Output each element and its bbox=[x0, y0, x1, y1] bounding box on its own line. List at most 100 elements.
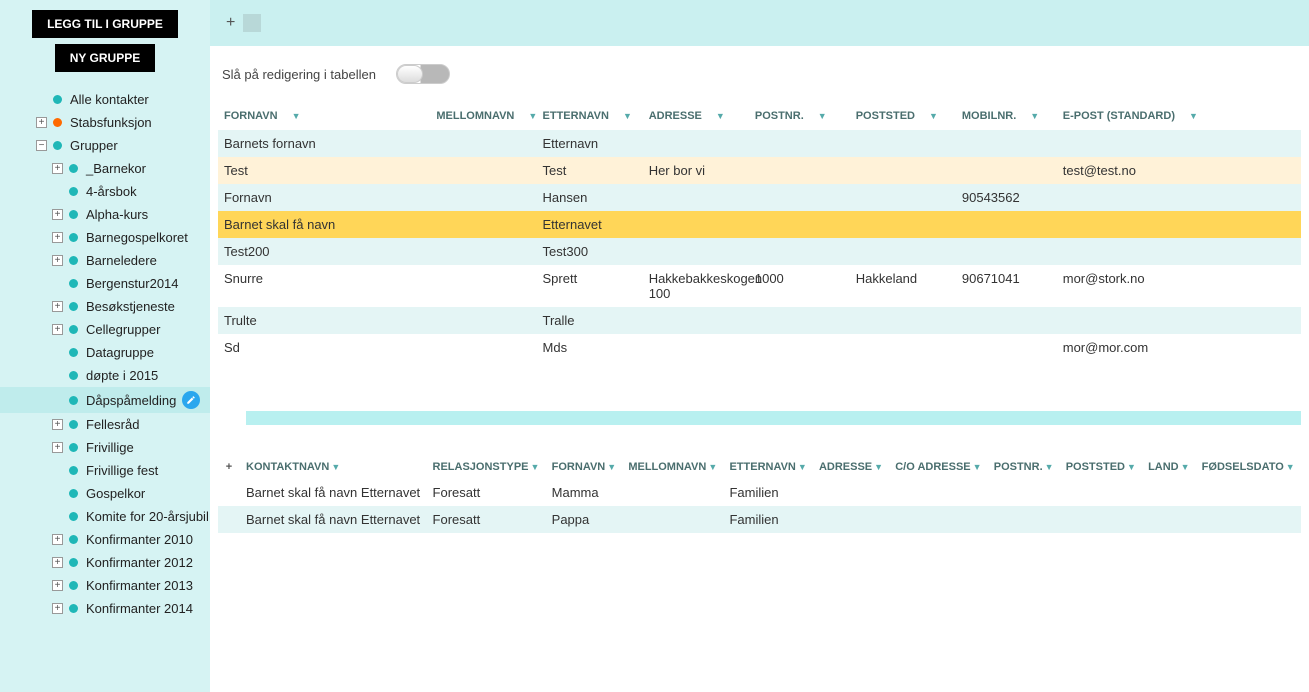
tree-group-item[interactable]: +Frivillige bbox=[0, 436, 210, 459]
column-header[interactable]: ETTERNAVN▼ bbox=[723, 455, 813, 479]
column-header[interactable]: C/O ADRESSE▼ bbox=[889, 455, 988, 479]
table-cell: mor@stork.no bbox=[1057, 265, 1301, 307]
edit-icon[interactable] bbox=[182, 391, 200, 409]
table-row[interactable]: Barnet skal få navnEtternavet bbox=[218, 211, 1301, 238]
status-dot bbox=[69, 443, 78, 452]
column-header[interactable]: MELLOMNAVN▼ bbox=[622, 455, 723, 479]
tree-group-item[interactable]: +Konfirmanter 2010 bbox=[0, 528, 210, 551]
column-header[interactable]: FORNAVN▼ bbox=[546, 455, 623, 479]
table-cell bbox=[850, 130, 956, 157]
table-row[interactable]: Test200Test300 bbox=[218, 238, 1301, 265]
table-cell bbox=[956, 238, 1057, 265]
sort-arrow-icon: ▼ bbox=[1286, 462, 1295, 472]
column-header[interactable]: ETTERNAVN▼ bbox=[537, 102, 643, 130]
tree-group-item[interactable]: døpte i 2015 bbox=[0, 364, 210, 387]
table-row[interactable]: FornavnHansen90543562 bbox=[218, 184, 1301, 211]
action-placeholder bbox=[243, 14, 261, 32]
table-row[interactable]: SnurreSprettHakkebakkeskogen 1001000Hakk… bbox=[218, 265, 1301, 307]
table-row[interactable]: Barnet skal få navn EtternavetForesattPa… bbox=[218, 506, 1301, 533]
tree-group-item[interactable]: 4-årsbok bbox=[0, 180, 210, 203]
table-row[interactable]: Barnets fornavnEtternavn bbox=[218, 130, 1301, 157]
toggle-icon[interactable]: + bbox=[52, 603, 63, 614]
column-header[interactable]: RELASJONSTYPE▼ bbox=[427, 455, 546, 479]
table-cell: Test200 bbox=[218, 238, 430, 265]
table-cell bbox=[643, 238, 749, 265]
column-header[interactable]: POSTNR.▼ bbox=[988, 455, 1060, 479]
table-row[interactable]: SdMdsmor@mor.com bbox=[218, 334, 1301, 361]
column-header[interactable]: POSTSTED▼ bbox=[850, 102, 956, 130]
tree-group-item[interactable]: Datagruppe bbox=[0, 341, 210, 364]
edit-switch[interactable] bbox=[396, 64, 450, 84]
tree-root-item[interactable]: Alle kontakter bbox=[0, 88, 210, 111]
table-cell: Sprett bbox=[537, 265, 643, 307]
tree-group-item[interactable]: +_Barnekor bbox=[0, 157, 210, 180]
toggle-icon[interactable]: + bbox=[52, 232, 63, 243]
toggle-icon[interactable]: + bbox=[52, 580, 63, 591]
toggle-icon[interactable]: + bbox=[52, 324, 63, 335]
tree-group-item[interactable]: Frivillige fest bbox=[0, 459, 210, 482]
column-header[interactable]: E-POST (STANDARD)▼ bbox=[1057, 102, 1301, 130]
table-cell: Barnets fornavn bbox=[218, 130, 430, 157]
toggle-icon[interactable]: + bbox=[52, 442, 63, 453]
tree-group-item[interactable]: +Konfirmanter 2012 bbox=[0, 551, 210, 574]
toggle-icon[interactable]: + bbox=[52, 534, 63, 545]
sort-arrow-icon: ▼ bbox=[798, 462, 807, 472]
tree-group-item[interactable]: Bergenstur2014 bbox=[0, 272, 210, 295]
toggle-icon[interactable]: + bbox=[52, 301, 63, 312]
tree-group-item[interactable]: +Besøkstjeneste bbox=[0, 295, 210, 318]
table-row[interactable]: Barnet skal få navn EtternavetForesattMa… bbox=[218, 479, 1301, 506]
table-row[interactable]: TestTestHer bor vitest@test.no bbox=[218, 157, 1301, 184]
tree-label: Konfirmanter 2014 bbox=[86, 601, 193, 616]
toggle-icon[interactable]: + bbox=[36, 117, 47, 128]
tree-label: Konfirmanter 2013 bbox=[86, 578, 193, 593]
table-cell bbox=[643, 334, 749, 361]
tree-group-item[interactable]: +Barnegospelkoret bbox=[0, 226, 210, 249]
toggle-spacer bbox=[52, 465, 63, 476]
status-dot bbox=[69, 489, 78, 498]
tree-group-item[interactable]: Dåpspåmelding bbox=[0, 387, 210, 413]
column-header[interactable]: FØDSELSDATO▼ bbox=[1196, 455, 1301, 479]
column-header[interactable]: ADRESSE▼ bbox=[643, 102, 749, 130]
table-cell: Hakkeland bbox=[850, 265, 956, 307]
tree-group-item[interactable]: +Barneledere bbox=[0, 249, 210, 272]
table-cell bbox=[850, 184, 956, 211]
table-cell: Barnet skal få navn bbox=[218, 211, 430, 238]
tree-group-item[interactable]: Gospelkor bbox=[0, 482, 210, 505]
table-cell bbox=[956, 334, 1057, 361]
column-header[interactable]: POSTNR.▼ bbox=[749, 102, 850, 130]
table-cell bbox=[1060, 479, 1142, 506]
toggle-icon[interactable]: + bbox=[52, 419, 63, 430]
toggle-spacer bbox=[52, 186, 63, 197]
tree-group-item[interactable]: +Fellesråd bbox=[0, 413, 210, 436]
sort-arrow-icon: ▼ bbox=[331, 462, 340, 472]
toggle-icon[interactable]: − bbox=[36, 140, 47, 151]
column-header[interactable]: LAND▼ bbox=[1142, 455, 1196, 479]
plus-icon[interactable]: + bbox=[226, 14, 235, 32]
toggle-icon[interactable]: + bbox=[52, 557, 63, 568]
table-cell: Fornavn bbox=[218, 184, 430, 211]
new-group-button[interactable]: NY GRUPPE bbox=[55, 44, 155, 72]
tree-group-item[interactable]: +Cellegrupper bbox=[0, 318, 210, 341]
tree-group-item[interactable]: + Konfirmanter 2014 bbox=[0, 597, 210, 620]
tree-root-item[interactable]: +Stabsfunksjon bbox=[0, 111, 210, 134]
column-header[interactable]: MELLOMNAVN▼ bbox=[430, 102, 536, 130]
toggle-spacer bbox=[52, 370, 63, 381]
column-header[interactable]: ADRESSE▼ bbox=[813, 455, 889, 479]
column-header[interactable]: KONTAKTNAVN▼ bbox=[240, 455, 427, 479]
toggle-icon[interactable]: + bbox=[52, 163, 63, 174]
status-dot bbox=[53, 118, 62, 127]
table-cell bbox=[1142, 479, 1196, 506]
toggle-icon[interactable]: + bbox=[52, 255, 63, 266]
table-row[interactable]: TrulteTralle bbox=[218, 307, 1301, 334]
tree-group-item[interactable]: Komite for 20-årsjubil bbox=[0, 505, 210, 528]
tree-group-item[interactable]: + Konfirmanter 2013 bbox=[0, 574, 210, 597]
add-to-group-button[interactable]: LEGG TIL I GRUPPE bbox=[32, 10, 178, 38]
toggle-icon[interactable]: + bbox=[52, 209, 63, 220]
tree-root-item[interactable]: −Grupper bbox=[0, 134, 210, 157]
column-header[interactable]: MOBILNR.▼ bbox=[956, 102, 1057, 130]
column-header[interactable]: POSTSTED▼ bbox=[1060, 455, 1142, 479]
status-dot bbox=[69, 302, 78, 311]
plus-column[interactable]: + bbox=[218, 455, 240, 479]
column-header[interactable]: FORNAVN▼ bbox=[218, 102, 430, 130]
tree-group-item[interactable]: +Alpha-kurs bbox=[0, 203, 210, 226]
